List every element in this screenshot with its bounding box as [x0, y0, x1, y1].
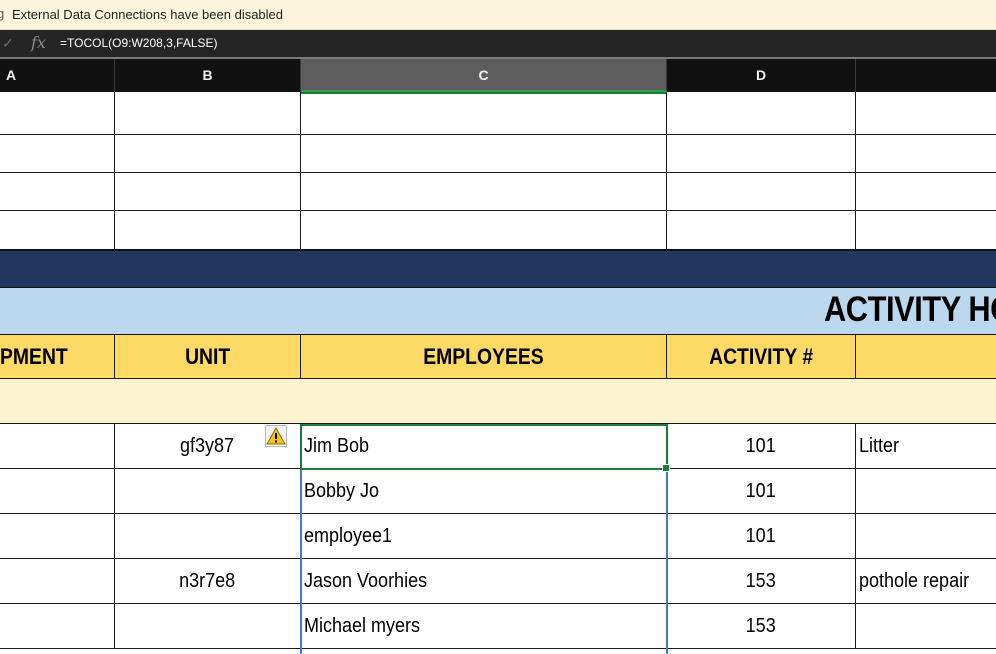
- grid-cell[interactable]: [301, 135, 667, 173]
- formula-bar: ✓ fx =TOCOL(O9:W208,3,FALSE): [0, 30, 996, 59]
- table-cell-employee[interactable]: Bobby Jo: [301, 469, 667, 514]
- table-cell-description[interactable]: Litter: [856, 424, 996, 469]
- fx-icon[interactable]: fx: [31, 33, 46, 52]
- cell-text: Litter: [859, 435, 900, 457]
- grid-cell[interactable]: [0, 211, 115, 249]
- grid-cell[interactable]: [667, 211, 856, 249]
- notification-leading-glyph: g: [0, 6, 5, 21]
- table-cell-activity[interactable]: 153: [667, 559, 856, 604]
- grid-cell[interactable]: [667, 173, 856, 211]
- column-header-e[interactable]: [856, 59, 996, 92]
- empty-grid-area: [0, 92, 996, 249]
- column-header-d[interactable]: D: [667, 59, 856, 92]
- table-cell-employee[interactable]: Jim Bob: [301, 424, 667, 469]
- grid-cell[interactable]: [115, 92, 301, 135]
- column-header-c[interactable]: C: [301, 59, 667, 92]
- table-cell[interactable]: [0, 424, 115, 469]
- notification-bar: g External Data Connections have been di…: [0, 0, 996, 30]
- cell-text: 153: [745, 615, 777, 637]
- grid-cell[interactable]: [301, 92, 667, 135]
- table-cell-description[interactable]: [856, 469, 996, 514]
- header-label: ACTIVITY #: [708, 344, 814, 369]
- table-cell-unit[interactable]: n3r7e8: [115, 559, 301, 604]
- cream-spacer-band[interactable]: [0, 379, 996, 424]
- table-cell-employee[interactable]: Michael myers: [301, 604, 667, 649]
- cell-text: 101: [745, 435, 777, 457]
- sheet-title: ACTIVITY HO: [824, 290, 996, 329]
- warning-triangle-icon: [266, 426, 286, 445]
- header-label: PMENT: [0, 344, 68, 369]
- grid-cell[interactable]: [667, 135, 856, 173]
- grid-cell[interactable]: [856, 173, 996, 211]
- grid-cell[interactable]: [301, 173, 667, 211]
- dark-header-band[interactable]: [0, 249, 996, 288]
- table-cell-unit[interactable]: [115, 469, 301, 514]
- header-activity-description[interactable]: [856, 335, 996, 379]
- table-cell-description[interactable]: [856, 514, 996, 559]
- notification-text: External Data Connections have been disa…: [12, 7, 284, 22]
- table-cell-employee[interactable]: employee1: [301, 514, 667, 559]
- warning-icon[interactable]: [265, 425, 287, 447]
- grid-cell[interactable]: [115, 173, 301, 211]
- table-cell-activity[interactable]: 101: [667, 514, 856, 559]
- header-equipment[interactable]: PMENT: [0, 335, 115, 379]
- grid-cell[interactable]: [0, 173, 115, 211]
- cell-text: Jason Voorhies: [304, 570, 428, 592]
- cell-text: employee1: [304, 525, 393, 547]
- grid-cell[interactable]: [301, 211, 667, 249]
- formula-input[interactable]: =TOCOL(O9:W208,3,FALSE): [60, 36, 218, 50]
- table-cell-activity[interactable]: 153: [667, 604, 856, 649]
- cell-text: Michael myers: [304, 615, 421, 637]
- table-cell[interactable]: [0, 559, 115, 604]
- cell-text: Bobby Jo: [304, 480, 380, 502]
- table-cell-unit[interactable]: [115, 514, 301, 559]
- table-cell[interactable]: [0, 514, 115, 559]
- header-activity-number[interactable]: ACTIVITY #: [667, 335, 856, 379]
- title-band[interactable]: ACTIVITY HO: [0, 288, 996, 335]
- data-rows: gf3y87 Jim Bob 101 Litter Bobby Jo 101 e…: [0, 424, 996, 654]
- header-employees[interactable]: EMPLOYEES: [301, 335, 667, 379]
- table-cell-employee[interactable]: Jason Voorhies: [301, 559, 667, 604]
- grid-cell[interactable]: [856, 211, 996, 249]
- header-label: EMPLOYEES: [423, 344, 544, 369]
- grid-cell[interactable]: [115, 135, 301, 173]
- cell-text: 101: [745, 480, 777, 502]
- column-header-a[interactable]: A: [0, 59, 115, 92]
- column-header-b[interactable]: B: [115, 59, 301, 92]
- checkmark-icon[interactable]: ✓: [2, 35, 14, 52]
- cell-text: n3r7e8: [179, 570, 236, 592]
- grid-cell[interactable]: [856, 135, 996, 173]
- cell-text: Jim Bob: [304, 435, 370, 457]
- grid-cell[interactable]: [115, 211, 301, 249]
- grid-cell[interactable]: [0, 135, 115, 173]
- header-unit[interactable]: UNIT: [115, 335, 301, 379]
- grid-cell[interactable]: [0, 92, 115, 135]
- table-cell[interactable]: [0, 604, 115, 649]
- table-cell-description[interactable]: pothole repair: [856, 559, 996, 604]
- cell-text: 101: [745, 525, 777, 547]
- table-cell-description[interactable]: [856, 604, 996, 649]
- grid-cell[interactable]: [856, 92, 996, 135]
- cell-text: pothole repair: [859, 570, 970, 592]
- table-cell[interactable]: [0, 469, 115, 514]
- cell-text: gf3y87: [180, 435, 235, 457]
- header-label: UNIT: [184, 344, 231, 369]
- table-cell-unit[interactable]: [115, 604, 301, 649]
- cell-text: 153: [745, 570, 777, 592]
- grid-cell[interactable]: [667, 92, 856, 135]
- table-cell-activity[interactable]: 101: [667, 424, 856, 469]
- table-cell-activity[interactable]: 101: [667, 469, 856, 514]
